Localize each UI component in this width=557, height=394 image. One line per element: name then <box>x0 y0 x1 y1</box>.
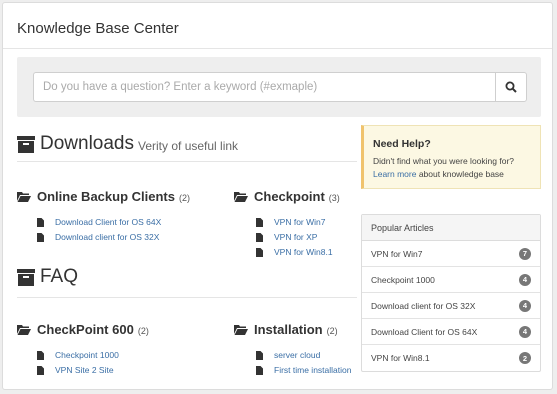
article-item[interactable]: server cloud <box>256 350 320 360</box>
downloads-title: Downloads <box>40 133 134 154</box>
category-installation[interactable]: Installation (2) <box>234 322 338 337</box>
article-link[interactable]: Checkpoint 1000 <box>55 350 119 360</box>
popular-article-row[interactable]: Download client for OS 32X 4 <box>362 293 540 319</box>
popular-articles-title: Popular Articles <box>362 215 540 241</box>
need-help-box: Need Help? Didn't find what you were loo… <box>361 125 541 189</box>
downloads-header: Downloads Verity of useful link <box>17 134 238 153</box>
category-name: CheckPoint 600 <box>37 322 134 337</box>
knowledge-base-panel: Knowledge Base Center Downloads Verity o… <box>2 2 553 390</box>
article-link[interactable]: Download Client for OS 64X <box>55 217 161 227</box>
document-icon <box>37 232 44 242</box>
folder-open-icon <box>234 325 248 335</box>
document-icon <box>37 350 44 360</box>
popular-article-row[interactable]: Download Client for OS 64X 4 <box>362 319 540 345</box>
category-name: Checkpoint <box>254 189 325 204</box>
search-bar <box>17 57 541 117</box>
article-item[interactable]: VPN for Win8.1 <box>256 247 333 257</box>
article-item[interactable]: VPN for Win7 <box>256 217 326 227</box>
downloads-subtitle: Verity of useful link <box>138 138 239 153</box>
archive-icon <box>17 136 35 153</box>
help-title: Need Help? <box>373 138 431 150</box>
category-count: (3) <box>328 193 340 203</box>
category-checkpoint[interactable]: Checkpoint (3) <box>234 189 340 204</box>
count-badge: 4 <box>519 325 531 338</box>
popular-article-row[interactable]: VPN for Win8.1 2 <box>362 345 540 371</box>
count-badge: 4 <box>519 273 531 286</box>
document-icon <box>256 365 263 375</box>
category-checkpoint-600[interactable]: CheckPoint 600 (2) <box>17 322 149 337</box>
document-icon <box>256 350 263 360</box>
help-text: Didn't find what you were looking for? <box>373 156 515 166</box>
folder-open-icon <box>17 325 31 335</box>
article-item[interactable]: Download Client for OS 64X <box>37 217 161 227</box>
help-text-2: Learn more about knowledge base <box>373 169 504 179</box>
article-link[interactable]: VPN for Win8.1 <box>274 247 333 257</box>
learn-more-link[interactable]: Learn more <box>373 169 416 179</box>
folder-open-icon <box>17 192 31 202</box>
document-icon <box>37 217 44 227</box>
article-link[interactable]: VPN Site 2 Site <box>55 365 114 375</box>
help-text-rest: about knowledge base <box>416 169 504 179</box>
popular-article-label[interactable]: VPN for Win7 <box>371 249 423 259</box>
faq-divider <box>17 297 357 298</box>
popular-article-row[interactable]: VPN for Win7 7 <box>362 241 540 267</box>
popular-article-row[interactable]: Checkpoint 1000 4 <box>362 267 540 293</box>
archive-icon <box>17 269 35 286</box>
search-icon <box>505 81 517 93</box>
downloads-divider <box>17 161 357 162</box>
popular-article-label[interactable]: Download client for OS 32X <box>371 301 475 311</box>
article-item[interactable]: VPN for XP <box>256 232 317 242</box>
document-icon <box>37 365 44 375</box>
article-item[interactable]: Download client for OS 32X <box>37 232 159 242</box>
popular-article-label[interactable]: VPN for Win8.1 <box>371 353 430 363</box>
popular-article-label[interactable]: Download Client for OS 64X <box>371 327 477 337</box>
search-input[interactable] <box>33 72 495 102</box>
count-badge: 2 <box>519 352 531 364</box>
document-icon <box>256 217 263 227</box>
search-button[interactable] <box>495 72 527 102</box>
article-link[interactable]: VPN for Win7 <box>274 217 326 227</box>
category-count: (2) <box>326 326 338 336</box>
header-divider <box>3 48 552 49</box>
faq-title: FAQ <box>40 266 79 287</box>
category-online-backup-clients[interactable]: Online Backup Clients (2) <box>17 189 190 204</box>
page-title: Knowledge Base Center <box>17 20 179 37</box>
article-item[interactable]: First time installation <box>256 365 351 375</box>
faq-header: FAQ <box>17 267 78 286</box>
category-count: (2) <box>137 326 149 336</box>
popular-articles-panel: Popular Articles VPN for Win7 7 Checkpoi… <box>361 214 541 372</box>
count-badge: 7 <box>519 247 531 260</box>
article-link[interactable]: Download client for OS 32X <box>55 232 159 242</box>
category-name: Online Backup Clients <box>37 189 175 204</box>
folder-open-icon <box>234 192 248 202</box>
popular-article-label[interactable]: Checkpoint 1000 <box>371 275 435 285</box>
document-icon <box>256 232 263 242</box>
article-item[interactable]: Checkpoint 1000 <box>37 350 119 360</box>
category-name: Installation <box>254 322 323 337</box>
document-icon <box>256 247 263 257</box>
article-link[interactable]: server cloud <box>274 350 320 360</box>
category-count: (2) <box>178 193 190 203</box>
article-item[interactable]: VPN Site 2 Site <box>37 365 114 375</box>
count-badge: 4 <box>519 299 531 312</box>
article-link[interactable]: VPN for XP <box>274 232 317 242</box>
article-link[interactable]: First time installation <box>274 365 351 375</box>
